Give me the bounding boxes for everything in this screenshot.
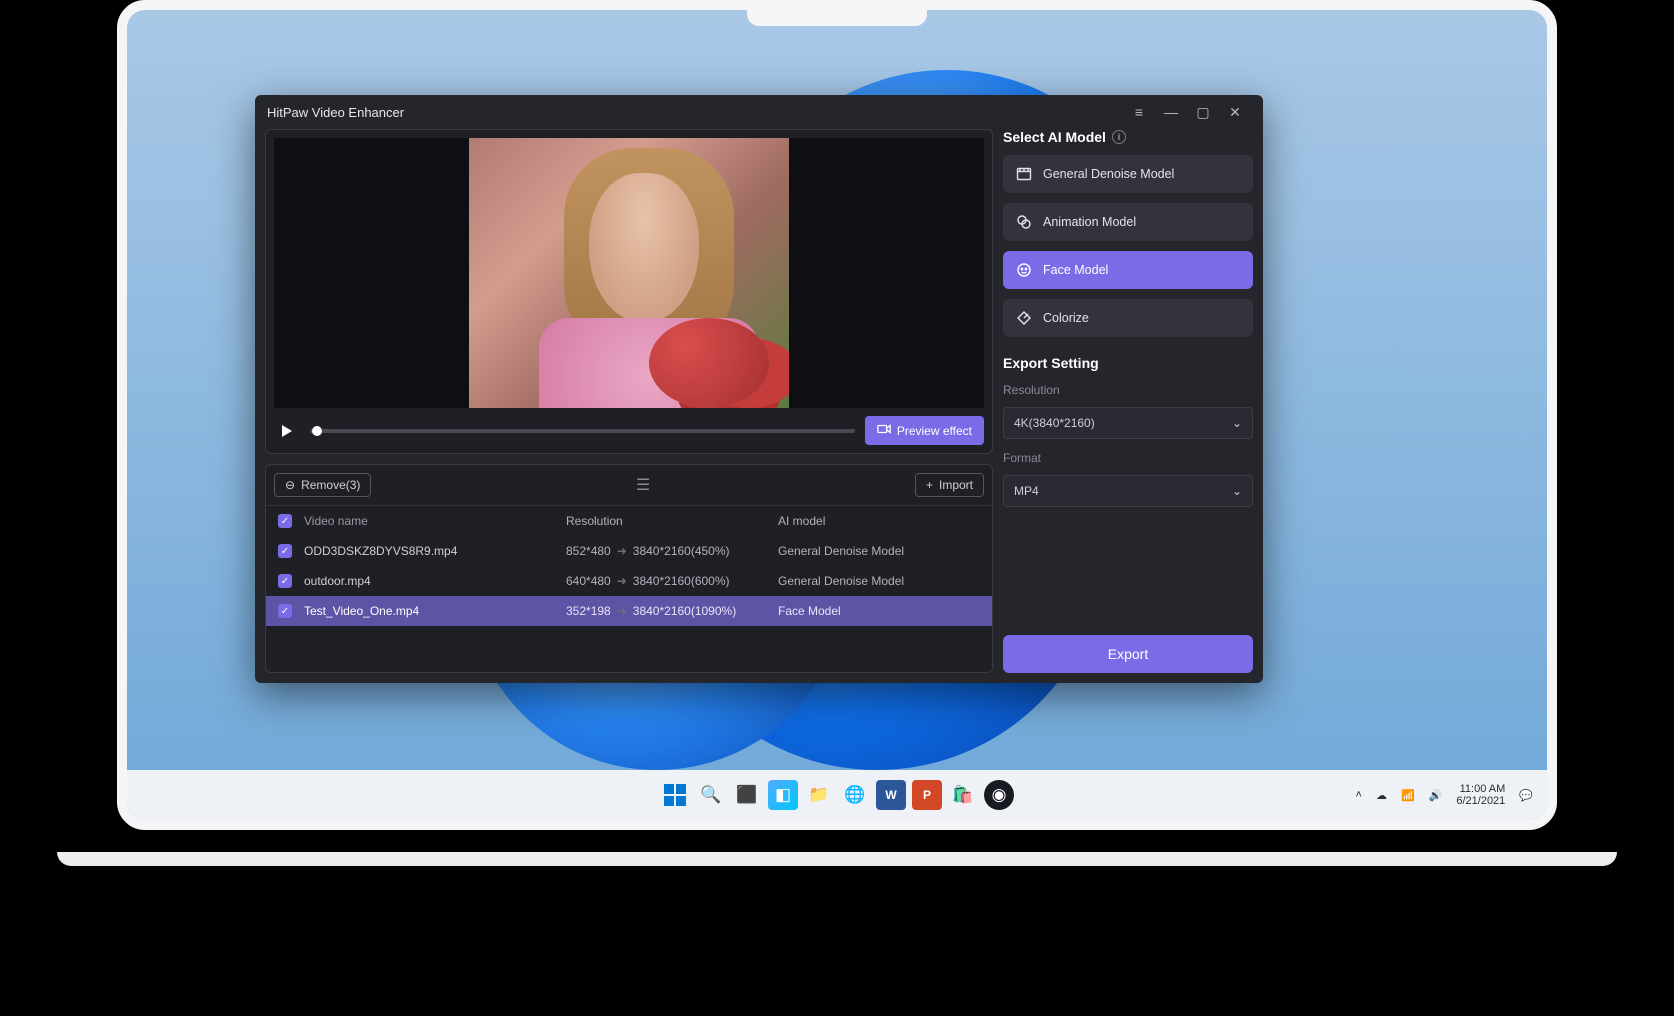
remove-button[interactable]: ⊖ Remove(3) xyxy=(274,473,371,497)
volume-icon[interactable]: 🔊 xyxy=(1429,789,1443,802)
chevron-down-icon: ⌄ xyxy=(1232,416,1242,430)
video-preview[interactable] xyxy=(274,138,984,408)
export-button[interactable]: Export xyxy=(1003,635,1253,673)
model-colorize[interactable]: Colorize xyxy=(1003,299,1253,337)
notifications-icon[interactable]: 💬 xyxy=(1519,789,1533,802)
preview-panel: Preview effect xyxy=(265,129,993,454)
row-checkbox[interactable]: ✓ xyxy=(278,544,292,558)
remove-label: Remove(3) xyxy=(301,478,360,492)
desktop-wallpaper: HitPaw Video Enhancer ≡ — ▢ ✕ xyxy=(127,10,1547,820)
chevron-down-icon: ⌄ xyxy=(1232,484,1242,498)
widgets-icon[interactable]: ◧ xyxy=(768,780,798,810)
taskbar: 🔍 ⬛ ◧ 📁 🌐 W P 🛍️ ◉ ˄ ☁ 📶 🔊 11:00 AM 6/21… xyxy=(127,770,1547,820)
info-icon[interactable]: i xyxy=(1112,130,1126,144)
clock[interactable]: 11:00 AM 6/21/2021 xyxy=(1456,783,1505,807)
preview-effect-label: Preview effect xyxy=(897,424,972,438)
titlebar[interactable]: HitPaw Video Enhancer ≡ — ▢ ✕ xyxy=(255,95,1263,129)
model-face[interactable]: Face Model xyxy=(1003,251,1253,289)
table-row[interactable]: ✓ outdoor.mp4 640*480➜3840*2160(600%) Ge… xyxy=(266,566,992,596)
minus-circle-icon: ⊖ xyxy=(285,478,295,492)
model-general-denoise[interactable]: General Denoise Model xyxy=(1003,155,1253,193)
start-button[interactable] xyxy=(660,780,690,810)
play-button[interactable] xyxy=(274,418,300,444)
resolution-select[interactable]: 4K(3840*2160) ⌄ xyxy=(1003,407,1253,439)
row-checkbox[interactable]: ✓ xyxy=(278,574,292,588)
format-label: Format xyxy=(1003,451,1253,465)
word-icon[interactable]: W xyxy=(876,780,906,810)
hitpaw-window: HitPaw Video Enhancer ≡ — ▢ ✕ xyxy=(255,95,1263,683)
table-row[interactable]: ✓ Test_Video_One.mp4 352*198➜3840*2160(1… xyxy=(266,596,992,626)
powerpoint-icon[interactable]: P xyxy=(912,780,942,810)
explorer-icon[interactable]: 📁 xyxy=(804,780,834,810)
select-ai-model-title: Select AI Model i xyxy=(1003,129,1253,145)
resolution-label: Resolution xyxy=(1003,383,1253,397)
store-icon[interactable]: 🛍️ xyxy=(948,780,978,810)
minimize-button[interactable]: — xyxy=(1155,95,1187,129)
maximize-button[interactable]: ▢ xyxy=(1187,95,1219,129)
sidebar: Select AI Model i General Denoise Model … xyxy=(1003,129,1253,673)
close-button[interactable]: ✕ xyxy=(1219,95,1251,129)
col-name: Video name xyxy=(304,514,554,528)
window-title: HitPaw Video Enhancer xyxy=(267,105,404,120)
list-menu-icon[interactable]: ☰ xyxy=(636,475,650,495)
face-icon xyxy=(1015,261,1033,279)
row-checkbox[interactable]: ✓ xyxy=(278,604,292,618)
animation-icon xyxy=(1015,213,1033,231)
steam-icon[interactable]: ◉ xyxy=(984,780,1014,810)
tray-chevron-icon[interactable]: ˄ xyxy=(1356,789,1362,801)
table-row[interactable]: ✓ ODD3DSKZ8DYVS8R9.mp4 852*480➜3840*2160… xyxy=(266,536,992,566)
seek-slider[interactable] xyxy=(310,429,855,433)
paint-icon xyxy=(1015,309,1033,327)
list-header: ✓ Video name Resolution AI model xyxy=(266,506,992,536)
camera-icon xyxy=(877,422,891,439)
task-view-icon[interactable]: ⬛ xyxy=(732,780,762,810)
edge-icon[interactable]: 🌐 xyxy=(840,780,870,810)
preview-effect-button[interactable]: Preview effect xyxy=(865,416,984,445)
export-setting-title: Export Setting xyxy=(1003,355,1253,371)
file-list-panel: ⊖ Remove(3) ☰ + Import xyxy=(265,464,993,673)
col-ai-model: AI model xyxy=(778,514,980,528)
onedrive-icon[interactable]: ☁ xyxy=(1376,789,1387,802)
select-all-checkbox[interactable]: ✓ xyxy=(278,514,292,528)
wifi-icon[interactable]: 📶 xyxy=(1401,789,1415,802)
format-select[interactable]: MP4 ⌄ xyxy=(1003,475,1253,507)
plus-icon: + xyxy=(926,478,933,492)
model-animation[interactable]: Animation Model xyxy=(1003,203,1253,241)
col-resolution: Resolution xyxy=(566,514,766,528)
menu-icon[interactable]: ≡ xyxy=(1123,95,1155,129)
import-label: Import xyxy=(939,478,973,492)
film-icon xyxy=(1015,165,1033,183)
import-button[interactable]: + Import xyxy=(915,473,984,497)
search-icon[interactable]: 🔍 xyxy=(696,780,726,810)
